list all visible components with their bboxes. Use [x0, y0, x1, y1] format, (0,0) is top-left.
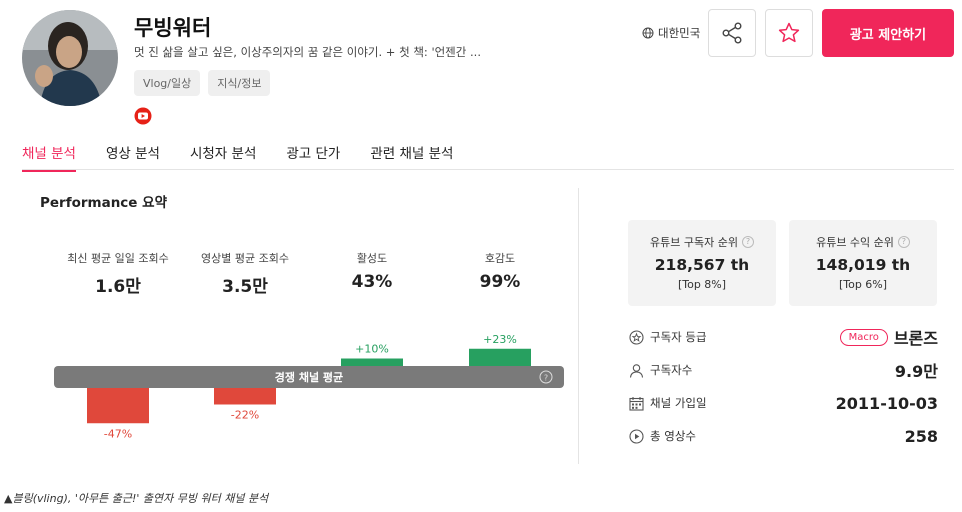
star-icon — [778, 22, 800, 43]
ad-proposal-button[interactable]: 광고 제안하기 — [822, 9, 954, 57]
metric-label: 활성도 — [356, 252, 388, 265]
bar-2 — [341, 358, 403, 366]
metric-likability: 호감도 99% — [435, 250, 565, 292]
tag-vlog[interactable]: Vlog/일상 — [134, 70, 201, 96]
metric-label: 영상별 평균 조회수 — [201, 252, 289, 265]
revenue-rank-card: 유튜브 수익 순위? 148,019 th [Top 6%] — [789, 220, 937, 306]
tab-video-analysis[interactable]: 영상 분석 — [106, 142, 160, 172]
play-icon — [628, 428, 644, 444]
channel-name: 무빙워터 — [134, 16, 212, 40]
stat-label: 채널 가입일 — [650, 396, 707, 410]
channel-description: 멋 진 삶을 살고 싶은, 이상주의자의 꿈 같은 이야기. + 첫 책: '언… — [134, 45, 481, 59]
bar-1 — [214, 388, 276, 405]
competitor-comparison-chart: -47% -22% +10% +23% 경쟁 채널 평균? — [54, 333, 564, 440]
metric-label: 호감도 — [484, 252, 516, 265]
calendar-icon — [628, 395, 644, 411]
baseline-label: 경쟁 채널 평균 — [275, 370, 343, 384]
metric-label: 최신 평균 일일 조회수 — [67, 252, 169, 265]
performance-title: Performance 요약 — [40, 195, 167, 211]
tag-knowledge[interactable]: 지식/정보 — [208, 70, 271, 96]
bar-label-1: -22% — [231, 409, 259, 422]
stat-label: 총 영상수 — [650, 429, 696, 443]
subscriber-rank-card: 유튜브 구독자 순위? 218,567 th [Top 8%] — [628, 220, 776, 306]
stat-value: 브론즈 — [893, 329, 938, 348]
metric-value: 1.6만 — [95, 277, 141, 297]
share-button[interactable] — [708, 9, 756, 57]
analysis-tabs: 채널 분석 영상 분석 시청자 분석 광고 단가 관련 채널 분석 — [22, 142, 483, 172]
category-tags: Vlog/일상 지식/정보 — [134, 70, 271, 96]
help-icon[interactable]: ? — [741, 236, 754, 248]
metric-activity: 활성도 43% — [307, 250, 437, 292]
metric-daily-views: 최신 평균 일일 조회수 1.6만 — [53, 250, 183, 297]
channel-avatar — [22, 10, 118, 106]
help-icon-glyph: ? — [544, 374, 548, 383]
help-icon[interactable]: ? — [897, 236, 910, 248]
stat-total-videos: 총 영상수 258 — [628, 424, 938, 448]
tab-related-channels[interactable]: 관련 채널 분석 — [370, 142, 453, 172]
stat-value: 9.9만 — [894, 362, 938, 381]
rank-value: 148,019 th — [815, 256, 911, 274]
country-label: 대한민국 — [658, 26, 701, 40]
favorite-button[interactable] — [765, 9, 813, 57]
bar-label-2: +10% — [355, 343, 389, 356]
globe-icon — [642, 27, 654, 39]
stat-join-date: 채널 가입일 2011-10-03 — [628, 391, 938, 415]
bar-label-3: +23% — [483, 333, 517, 346]
stat-label: 구독자수 — [650, 363, 693, 377]
tab-channel-analysis[interactable]: 채널 분석 — [22, 142, 76, 172]
stat-subscriber-grade: 구독자 등급 Macro 브론즈 — [628, 325, 938, 349]
grade-badge: Macro — [839, 328, 888, 346]
bar-label-0: -47% — [104, 427, 132, 440]
medal-icon — [628, 329, 644, 345]
country-selector[interactable]: 대한민국 — [642, 25, 700, 41]
youtube-icon[interactable] — [134, 107, 152, 125]
metric-value: 3.5만 — [222, 277, 268, 297]
share-icon — [722, 22, 742, 44]
rank-percent: [Top 6%] — [838, 278, 888, 291]
stat-subscribers: 구독자수 9.9만 — [628, 358, 938, 382]
tab-divider — [22, 169, 954, 170]
stat-label: 구독자 등급 — [650, 330, 707, 344]
tab-ad-price[interactable]: 광고 단가 — [286, 142, 340, 172]
metric-value: 43% — [351, 272, 393, 292]
section-divider — [578, 188, 579, 464]
stat-value: 258 — [904, 426, 938, 446]
image-caption: ▲블링(vling), '아무튼 출근!' 출연자 무빙 워터 채널 분석 — [4, 492, 269, 505]
bar-3 — [469, 348, 531, 366]
bar-0 — [87, 388, 149, 424]
stat-value: 2011-10-03 — [835, 393, 938, 413]
rank-label: 유튜브 구독자 순위 — [650, 236, 738, 249]
tab-viewer-analysis[interactable]: 시청자 분석 — [190, 142, 256, 172]
rank-percent: [Top 8%] — [677, 278, 727, 291]
metric-avg-views: 영상별 평균 조회수 3.5만 — [180, 250, 310, 297]
rank-label: 유튜브 수익 순위 — [816, 236, 894, 249]
rank-value: 218,567 th — [654, 256, 750, 274]
person-icon — [628, 362, 644, 378]
metric-value: 99% — [479, 272, 521, 292]
